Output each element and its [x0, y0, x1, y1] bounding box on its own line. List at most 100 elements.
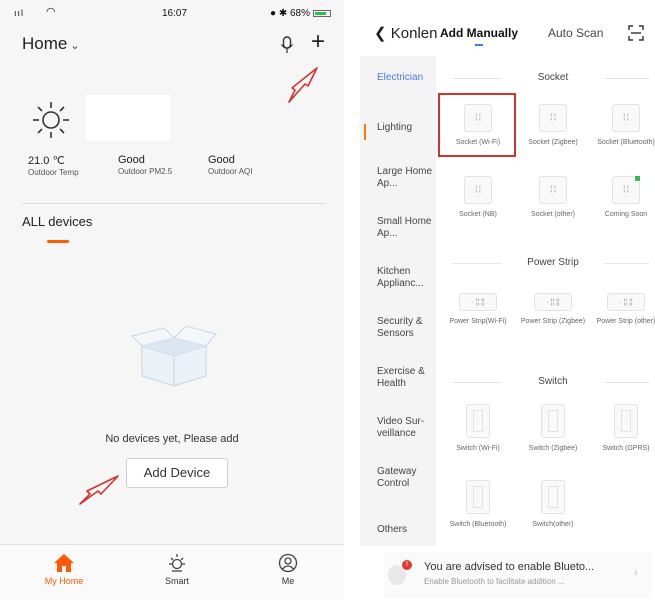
device-label: Coming Soon [604, 211, 648, 218]
device-switch-wifi[interactable]: Switch (Wi-Fi) [442, 404, 514, 453]
new-badge-icon [634, 175, 641, 182]
back-label: Konlen [390, 25, 438, 42]
device-switch-other[interactable]: Switch(other) [517, 480, 589, 529]
metric-label: Outdoor PM2.5 [118, 167, 173, 176]
device-power-strip-zigbee[interactable]: · ¦¦ ¦¦ Power Strip (Zigbee) [517, 288, 589, 326]
tab-label: My Home [44, 576, 84, 586]
device-label: Switch (Zigbee) [528, 445, 578, 452]
power-strip-icon: · ¦¦ ¦¦ [607, 293, 645, 311]
microphone-icon[interactable] [280, 36, 294, 54]
tab-all-devices[interactable]: ALL devices [22, 214, 92, 229]
device-power-strip-other[interactable]: · ¦¦ ¦¦ Power Strip (other) [590, 288, 655, 326]
device-label: Switch (Wi-Fi) [456, 445, 500, 452]
screenshot-root: ııl ◠ 16:07 ● ✱ 68% Home ⌄ + 21.0 ℃ Outd… [0, 0, 655, 600]
tab-active-indicator [475, 44, 483, 46]
sidebar-item-large-home[interactable]: Large Home Ap... [377, 166, 435, 190]
tab-add-manually[interactable]: Add Manually [440, 26, 518, 40]
sidebar-item-security[interactable]: Security & Sensors [377, 316, 435, 340]
metric-label: Outdoor Temp [28, 168, 79, 177]
metric-value: Good [118, 154, 145, 166]
socket-icon: ¦ ¦ · [612, 175, 641, 204]
tab-auto-scan[interactable]: Auto Scan [548, 26, 603, 40]
socket-icon: ¦ ¦ · [539, 176, 567, 204]
device-socket-nb[interactable]: ¦ ¦ · Socket (NB) [442, 176, 514, 219]
device-socket-bluetooth[interactable]: ¦ ¦ · Socket (Bluetooth) [590, 104, 655, 147]
profile-icon [278, 553, 298, 573]
switch-icon [614, 404, 638, 438]
device-label: Switch (Bluetooth) [449, 521, 507, 528]
divider [604, 78, 649, 79]
power-strip-icon: · ¦¦ ¦¦ [534, 293, 572, 311]
divider [452, 382, 502, 383]
empty-state-text: No devices yet, Please add [105, 433, 239, 445]
home-selector[interactable]: Home ⌄ [22, 34, 80, 54]
sidebar-item-kitchen[interactable]: Kitchen Applianc... [377, 266, 435, 290]
metric-value: Good [208, 154, 235, 166]
divider [22, 203, 326, 204]
tab-my-home[interactable]: My Home [24, 553, 104, 586]
device-label: Power Strip (other) [596, 318, 655, 325]
chevron-right-icon: › [634, 567, 638, 579]
alert-badge: ! [402, 560, 412, 570]
divider [452, 78, 502, 79]
scan-icon[interactable] [628, 25, 644, 41]
battery-percent: 68% [289, 8, 310, 19]
metric-value: 21.0 ℃ [28, 155, 65, 167]
battery-icon [313, 10, 331, 17]
add-device-screen: ❮ Konlen Add Manually Auto Scan Electric… [360, 0, 655, 600]
device-power-strip-wifi[interactable]: · ¦¦ ¦¦ Power Strip(Wi-Fi) [442, 288, 514, 326]
home-title: Home [22, 34, 68, 53]
notice-title: You are advised to enable Blueto... [424, 561, 595, 573]
device-socket-zigbee[interactable]: ¦ ¦ · Socket (Zigbee) [517, 104, 589, 147]
device-label: Socket (other) [531, 211, 575, 218]
chevron-left-icon: ❮ [374, 25, 387, 42]
sidebar-item-gateway[interactable]: Gateway Control [377, 466, 435, 490]
bluetooth-notice[interactable]: ! You are advised to enable Blueto... En… [384, 552, 652, 598]
sidebar-item-others[interactable]: Others [377, 524, 435, 536]
section-title-socket: Socket [537, 72, 569, 83]
device-switch-gprs[interactable]: Switch (GPRS) [590, 404, 655, 453]
home-icon [54, 554, 74, 572]
tab-label: Smart [164, 576, 189, 586]
sidebar-active-bar [364, 124, 366, 140]
socket-icon: ¦ ¦ · [539, 104, 567, 132]
metric-pm25: Good Outdoor PM2.5 [118, 154, 172, 176]
tab-me[interactable]: Me [248, 553, 328, 586]
device-label: Switch (GPRS) [602, 445, 650, 452]
notice-subtitle: Enable Bluetooth to facilitate addition … [424, 577, 565, 586]
wifi-icon: ◠ [46, 6, 56, 18]
device-label: Power Strip (Zigbee) [520, 318, 586, 325]
device-switch-bluetooth[interactable]: Switch (Bluetooth) [442, 480, 514, 529]
back-button[interactable]: ❮ Konlen [374, 24, 437, 42]
device-socket-other[interactable]: ¦ ¦ · Socket (other) [517, 176, 589, 219]
battery-status: ● ✱ 68% [270, 8, 331, 19]
sidebar-item-video[interactable]: Video Sur-veillance [377, 416, 435, 440]
metric-temp: 21.0 ℃ Outdoor Temp [28, 154, 79, 177]
tab-smart[interactable]: Smart [137, 553, 217, 586]
metric-label: Outdoor AQI [208, 167, 253, 176]
section-title-switch: Switch [538, 376, 568, 387]
sidebar-item-electrician[interactable]: Electrician [377, 72, 435, 84]
sidebar-item-small-home[interactable]: Small Home Ap... [377, 216, 435, 240]
sidebar-item-exercise[interactable]: Exercise & Health [377, 366, 435, 390]
device-label: Switch(other) [532, 521, 574, 528]
divider [452, 263, 502, 264]
metric-aqi: Good Outdoor AQI [208, 154, 252, 176]
device-switch-zigbee[interactable]: Switch (Zigbee) [517, 404, 589, 453]
weather-sun-icon [33, 102, 69, 138]
chevron-down-icon: ⌄ [70, 40, 80, 52]
device-label: Socket (Bluetooth) [597, 139, 655, 146]
sun-icon [169, 554, 185, 572]
status-bar: ııl ◠ 16:07 ● ✱ 68% [0, 0, 344, 26]
device-coming-soon[interactable]: ¦ ¦ · Coming Soon [590, 175, 655, 219]
add-icon[interactable]: + [311, 30, 325, 54]
add-device-button[interactable]: Add Device [126, 458, 228, 488]
status-time: 16:07 [162, 8, 188, 19]
tab-active-indicator [47, 240, 69, 243]
bottom-tab-bar: My Home Smart Me [0, 544, 344, 600]
tab-label: Me [281, 576, 295, 586]
device-label: Socket (Zigbee) [528, 139, 578, 146]
switch-icon [541, 404, 565, 438]
annotation-arrow-add [288, 67, 318, 103]
sidebar-item-lighting[interactable]: Lighting [377, 122, 435, 134]
